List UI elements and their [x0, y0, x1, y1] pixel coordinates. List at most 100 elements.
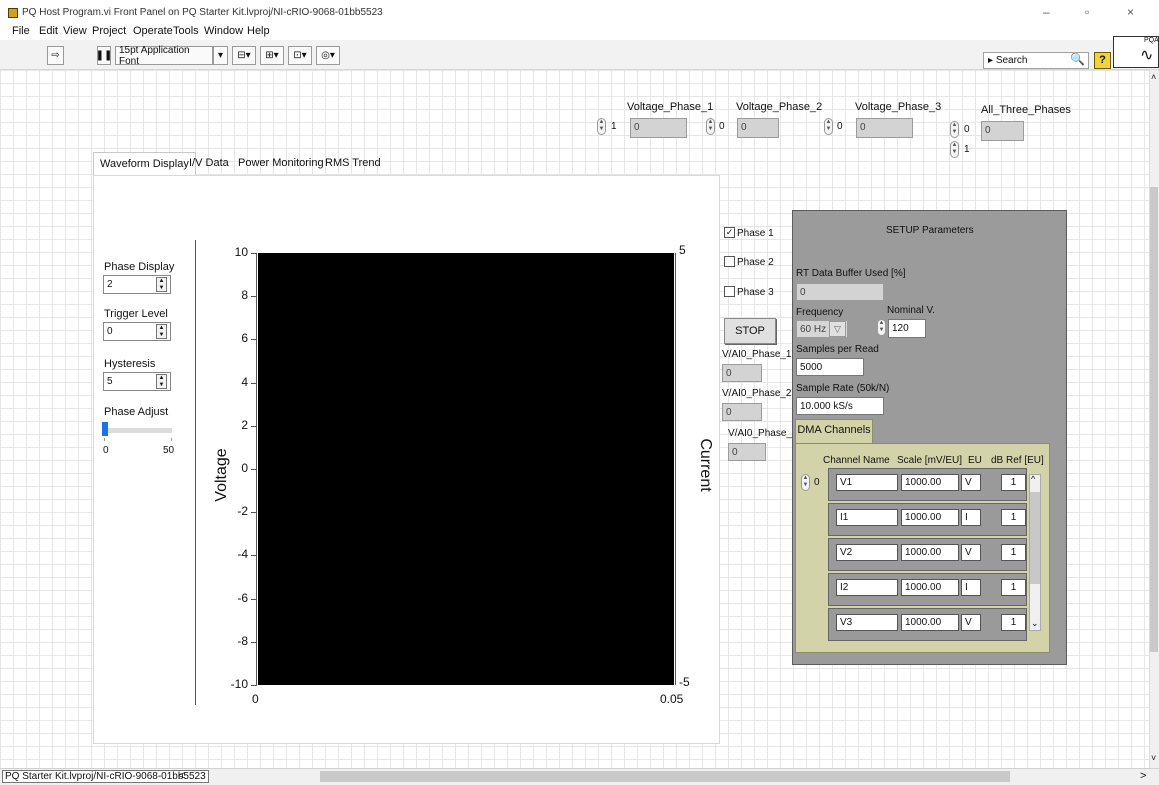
dma-eu-input[interactable]: I — [961, 579, 981, 596]
y-axis-title: Voltage — [213, 448, 230, 502]
phase-display-stepper[interactable]: ▲ ▼ — [156, 277, 167, 292]
scroll-left-icon[interactable]: < — [178, 770, 184, 782]
scroll-up-icon[interactable]: ˄ — [1151, 72, 1156, 82]
dma-channel-name-input[interactable]: I2 — [836, 579, 898, 596]
y-axis-tick-mark — [251, 685, 257, 686]
ai0-phase-3-value: 0 — [728, 443, 766, 461]
scroll-down-icon[interactable]: ˅ — [1151, 753, 1156, 763]
dma-eu-input[interactable]: I — [961, 509, 981, 526]
dma-db-ref-input[interactable]: 1 — [1001, 614, 1026, 631]
search-arrow-icon: ▸ — [988, 55, 996, 66]
dma-scroll-thumb[interactable] — [1030, 492, 1040, 584]
close-button[interactable]: × — [1127, 5, 1134, 19]
ai0-phase-3-label: V/AI0_Phase_3 — [728, 428, 798, 439]
nominal-v-label: Nominal V. — [887, 305, 935, 316]
menu-project[interactable]: Project — [92, 25, 126, 37]
waveform-graph-plot[interactable] — [258, 253, 674, 685]
ai0-phase-2-value: 0 — [722, 403, 762, 421]
nominal-v-input[interactable]: 120 — [888, 319, 926, 338]
phase-2-checkbox[interactable] — [724, 256, 735, 267]
run-arrow-icon[interactable]: ⇨ — [47, 46, 64, 65]
nominal-v-stepper[interactable]: ▲ ▼ — [877, 319, 886, 336]
resize-objects-icon[interactable]: ⊡▾ — [288, 46, 312, 65]
distribute-objects-icon[interactable]: ⊞▾ — [260, 46, 284, 65]
menu-view[interactable]: View — [63, 25, 87, 37]
x-axis-max-tick: 0.05 — [660, 692, 684, 706]
dma-eu-input[interactable]: V — [961, 544, 981, 561]
restore-button[interactable]: ▫ — [1085, 5, 1089, 19]
samples-per-read-input[interactable]: 5000 — [796, 358, 864, 376]
dma-db-ref-input[interactable]: 1 — [1001, 509, 1026, 526]
tab-power-monitoring[interactable]: Power Monitoring — [232, 152, 330, 175]
dma-eu-input[interactable]: V — [961, 474, 981, 491]
dma-channel-name-input[interactable]: V1 — [836, 474, 898, 491]
all-three-phases-index-2[interactable]: 1 — [964, 144, 970, 155]
menu-tools[interactable]: Tools — [173, 25, 199, 37]
scroll-right-icon[interactable]: > — [1140, 770, 1146, 782]
array-index-spinner[interactable]: ▲ ▼ — [706, 118, 715, 135]
dma-channel-name-input[interactable]: V3 — [836, 614, 898, 631]
dma-header-eu: EU — [968, 455, 982, 466]
vertical-scroll-thumb[interactable] — [1150, 187, 1158, 652]
stop-button[interactable]: STOP — [724, 318, 776, 344]
dma-scale-input[interactable]: 1000.00 — [901, 509, 959, 526]
trigger-level-value: 0 — [107, 326, 113, 337]
dma-index-spinner[interactable]: ▲ ▼ — [801, 474, 810, 491]
y2-axis-top-tick: 5 — [679, 243, 686, 257]
frequency-label: Frequency — [796, 307, 844, 318]
tab-rms-trend[interactable]: RMS Trend — [319, 152, 387, 175]
dma-db-ref-input[interactable]: 1 — [1001, 474, 1026, 491]
tab-iv-data[interactable]: I/V Data — [183, 152, 235, 175]
font-dropdown-icon[interactable]: ▾ — [213, 46, 228, 65]
reorder-icon[interactable]: ◎▾ — [316, 46, 340, 65]
tab-waveform-display[interactable]: Waveform Display — [93, 152, 196, 175]
menu-edit[interactable]: Edit — [39, 25, 58, 37]
sample-rate-label: Sample Rate (50k/N) — [796, 383, 890, 394]
pause-icon[interactable]: ❚❚ — [96, 46, 112, 65]
all-three-phases-index[interactable]: 0 — [964, 124, 970, 135]
font-selector[interactable]: 15pt Application Font — [115, 45, 213, 67]
voltage-phase-2-index[interactable]: 0 — [719, 121, 725, 132]
y-axis-tick-label: 4 — [241, 374, 248, 389]
dma-scale-input[interactable]: 1000.00 — [901, 544, 959, 561]
context-help-icon[interactable]: ? — [1094, 52, 1111, 69]
array-index-spinner[interactable]: ▲ ▼ — [824, 118, 833, 135]
phase-adjust-slider-track[interactable] — [104, 428, 172, 433]
voltage-phase-1-index[interactable]: 1 — [611, 121, 617, 132]
dma-channel-name-input[interactable]: I1 — [836, 509, 898, 526]
search-placeholder: Search — [995, 55, 1028, 66]
minimize-button[interactable]: – — [1043, 5, 1050, 19]
menu-operate[interactable]: Operate — [133, 25, 173, 37]
hysteresis-stepper[interactable]: ▲ ▼ — [156, 374, 167, 389]
voltage-phase-1-value: 0 — [630, 118, 687, 138]
array-index-spinner-2[interactable]: ▲ ▼ — [950, 141, 959, 158]
horizontal-scroll-thumb[interactable] — [320, 771, 1010, 782]
dma-index[interactable]: 0 — [814, 477, 820, 488]
phase-adjust-slider-thumb[interactable] — [102, 422, 108, 436]
dma-db-ref-input[interactable]: 1 — [1001, 544, 1026, 561]
phase-1-checkbox[interactable]: ✓ — [724, 227, 735, 238]
menu-window[interactable]: Window — [204, 25, 243, 37]
search-icon[interactable]: 🔍 — [1070, 52, 1085, 66]
trigger-level-stepper[interactable]: ▲ ▼ — [156, 324, 167, 339]
align-objects-icon[interactable]: ⊟▾ — [232, 46, 256, 65]
dma-scale-input[interactable]: 1000.00 — [901, 474, 959, 491]
frequency-dropdown-icon[interactable]: ▽ — [829, 321, 846, 337]
menu-help[interactable]: Help — [247, 25, 270, 37]
dma-eu-input[interactable]: V — [961, 614, 981, 631]
project-path-text: PQ Starter Kit.lvproj/NI-cRIO-9068-01bb5… — [5, 771, 206, 782]
dma-db-ref-input[interactable]: 1 — [1001, 579, 1026, 596]
array-index-spinner[interactable]: ▲ ▼ — [950, 121, 959, 138]
dma-scale-input[interactable]: 1000.00 — [901, 579, 959, 596]
dma-scale-input[interactable]: 1000.00 — [901, 614, 959, 631]
voltage-phase-3-index[interactable]: 0 — [837, 121, 843, 132]
array-index-spinner[interactable]: ▲ ▼ — [597, 118, 606, 135]
hysteresis-label: Hysteresis — [104, 358, 156, 370]
dma-channel-name-input[interactable]: V2 — [836, 544, 898, 561]
dma-scroll-up-icon[interactable]: ^ — [1031, 474, 1035, 484]
menu-file[interactable]: File — [12, 25, 30, 37]
y-axis-tick-label: -2 — [237, 504, 248, 519]
dma-scroll-down-icon[interactable]: ⌄ — [1031, 618, 1039, 629]
tab-dma-channels[interactable]: DMA Channels — [795, 419, 873, 443]
phase-3-checkbox[interactable] — [724, 286, 735, 297]
